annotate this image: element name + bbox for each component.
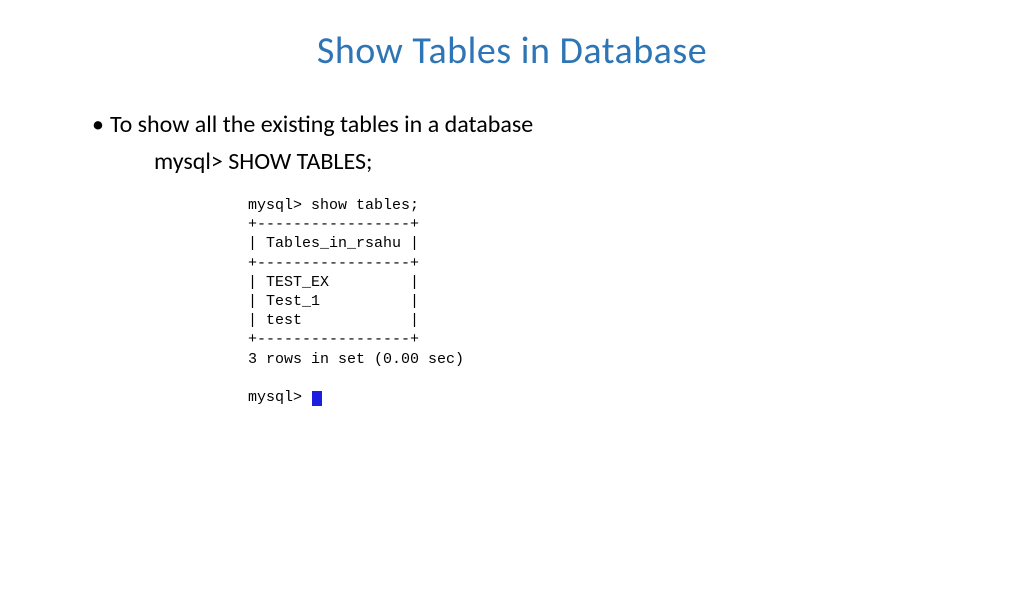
term-line: | test | (248, 312, 419, 329)
term-line: | Test_1 | (248, 293, 419, 310)
term-line: +-----------------+ (248, 331, 419, 348)
slide-title: Show Tables in Database (0, 28, 1024, 74)
term-line: | Tables_in_rsahu | (248, 235, 419, 252)
bullet-block: To show all the existing tables in a dat… (92, 110, 1024, 176)
term-line: | TEST_EX | (248, 274, 419, 291)
terminal-output: mysql> show tables; +-----------------+ … (248, 196, 1024, 407)
cursor-icon (312, 391, 322, 406)
term-prompt: mysql> (248, 389, 311, 406)
term-line: mysql> show tables; (248, 197, 419, 214)
term-line: +-----------------+ (248, 255, 419, 272)
bullet-main: To show all the existing tables in a dat… (92, 110, 1024, 139)
bullet-sub: mysql> SHOW TABLES; (154, 147, 1024, 176)
term-line: 3 rows in set (0.00 sec) (248, 351, 464, 368)
term-line: +-----------------+ (248, 216, 419, 233)
